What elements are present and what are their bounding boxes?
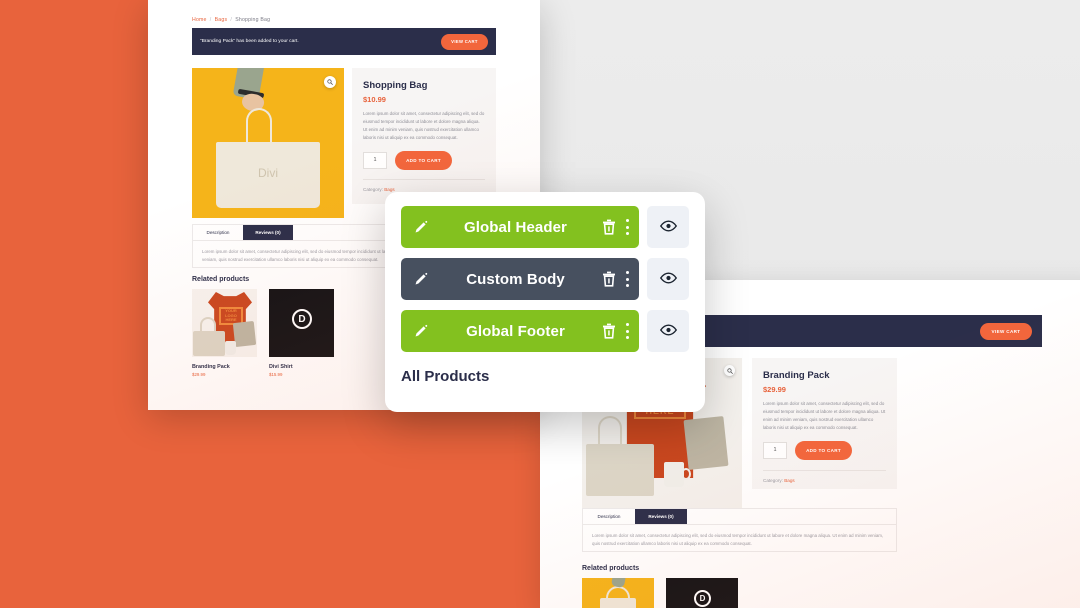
visibility-toggle-global-footer[interactable] [647,310,689,352]
theme-builder-row-global-header[interactable]: Global Header [401,206,689,248]
breadcrumb: Home / Bags / Shopping Bag [192,17,270,23]
pencil-icon[interactable] [413,323,429,339]
branding-pack-notebook-thumb [232,320,257,348]
pencil-icon[interactable] [413,219,429,235]
template-bar-global-footer[interactable]: Global Footer [401,310,639,352]
theme-builder-modal[interactable]: Global Header Custom Body Global Footer … [385,192,705,412]
branding-pack-mug-handle [681,468,691,480]
screenshot-stage: VIEW CART HERE Brand [0,0,1080,608]
breadcrumb-separator: / [209,17,212,23]
visibility-toggle-global-header[interactable] [647,206,689,248]
pencil-icon[interactable] [413,271,429,287]
related-item-back[interactable] [582,578,654,608]
tab-reviews[interactable]: Reviews (0) [243,225,293,240]
product-price-back: $29.99 [763,385,786,394]
purchase-row-back: 1 ADD TO CART [763,440,886,460]
category-label: Category: [363,186,383,192]
product-description-back: Lorem ipsum dolor sit amet, consectetur … [763,401,886,431]
product-title-back: Branding Pack [763,370,830,381]
divi-shirt-thumb[interactable]: D [269,289,334,357]
related-item-name[interactable]: Branding Pack [192,364,257,370]
tab-panel-back: Lorem ipsum dolor sit amet, consectetur … [592,533,884,547]
view-cart-button[interactable]: VIEW CART [441,33,488,50]
template-label: Global Footer [466,322,565,340]
tab-reviews-back[interactable]: Reviews (0) [635,509,687,524]
more-vertical-icon[interactable] [625,219,629,235]
related-item-name[interactable]: Divi Shirt [269,364,334,370]
tab-description[interactable]: Description [193,225,243,240]
branding-pack-thumb[interactable]: YOUR LOGO HERE [192,289,257,357]
divi-logo-icon: D [694,590,711,607]
quantity-input-back[interactable]: 1 [763,441,787,459]
trash-icon[interactable] [602,271,616,287]
related-products-back: Related products D [582,565,897,608]
related-item-price: $29.99 [192,372,206,377]
product-title: Shopping Bag [363,80,428,91]
trash-icon[interactable] [602,219,616,235]
visibility-toggle-custom-body[interactable] [647,258,689,300]
purchase-row: 1 ADD TO CART [363,150,485,170]
tabs-row-back: Description Reviews (0) [583,509,896,525]
related-item-divi-shirt[interactable]: D Divi Shirt $15.99 [269,289,334,377]
product-description: Lorem ipsum dolor sit amet, consectetur … [363,111,485,141]
branding-pack-notebook [683,416,729,470]
divi-logo-icon: D [292,309,312,329]
related-item-price: $15.99 [269,372,283,377]
shopping-bag-thumb[interactable] [582,578,654,608]
branding-pack-tote-thumb [193,331,225,356]
add-to-cart-button-back[interactable]: ADD TO CART [795,440,852,460]
category-link-back[interactable]: Bags [784,478,794,483]
branding-pack-tote [586,444,654,496]
product-summary-back: Branding Pack $29.99 Lorem ipsum dolor s… [752,358,897,489]
tab-description-back[interactable]: Description [583,509,635,524]
more-vertical-icon[interactable] [625,323,629,339]
product-summary: Shopping Bag $10.99 Lorem ipsum dolor si… [352,68,496,204]
quantity-input[interactable]: 1 [363,151,387,169]
related-item-back[interactable]: D [666,578,738,608]
category-link[interactable]: Bags [384,187,394,192]
category-label-back: Category: [763,477,783,483]
theme-builder-row-custom-body[interactable]: Custom Body [401,258,689,300]
theme-builder-footer-label[interactable]: All Products [401,362,689,385]
trash-icon[interactable] [602,323,616,339]
eye-icon [659,324,677,339]
gallery-zoom-icon-back[interactable] [724,365,735,376]
template-bar-global-header[interactable]: Global Header [401,206,639,248]
template-label: Custom Body [466,270,565,288]
view-cart-button-back[interactable]: VIEW CART [980,322,1032,340]
tote-body-thumb [600,598,636,608]
template-label: Global Header [464,218,567,236]
cart-notice-text: “Branding Pack” has been added to your c… [200,39,299,44]
add-to-cart-button[interactable]: ADD TO CART [395,150,452,170]
product-category-back: Category: Bags [763,469,886,483]
related-grid-back: D [582,578,897,608]
tote-brand-text: Divi [258,166,278,180]
breadcrumb-separator: / [230,17,233,23]
more-vertical-icon[interactable] [625,271,629,287]
product-price: $10.99 [363,95,386,104]
breadcrumb-category[interactable]: Bags [215,17,228,23]
divi-shirt-thumb[interactable]: D [666,578,738,608]
breadcrumb-current: Shopping Bag [235,17,271,23]
breadcrumb-home[interactable]: Home [192,17,207,23]
gallery-zoom-icon[interactable] [324,76,336,88]
template-bar-custom-body[interactable]: Custom Body [401,258,639,300]
related-heading-back: Related products [582,565,640,572]
product-gallery[interactable]: Divi [192,68,344,218]
branding-pack-tote-handle [598,416,622,446]
product-category: Category: Bags [363,178,485,192]
product-tabs-back: Description Reviews (0) Lorem ipsum dolo… [582,508,897,552]
eye-icon [659,220,677,235]
theme-builder-row-global-footer[interactable]: Global Footer [401,310,689,352]
related-item-branding-pack[interactable]: YOUR LOGO HERE Branding Pack $29.99 [192,289,257,377]
branding-pack-mug-thumb [225,341,236,355]
eye-icon [659,272,677,287]
cart-notice-bar: “Branding Pack” has been added to your c… [192,28,496,55]
